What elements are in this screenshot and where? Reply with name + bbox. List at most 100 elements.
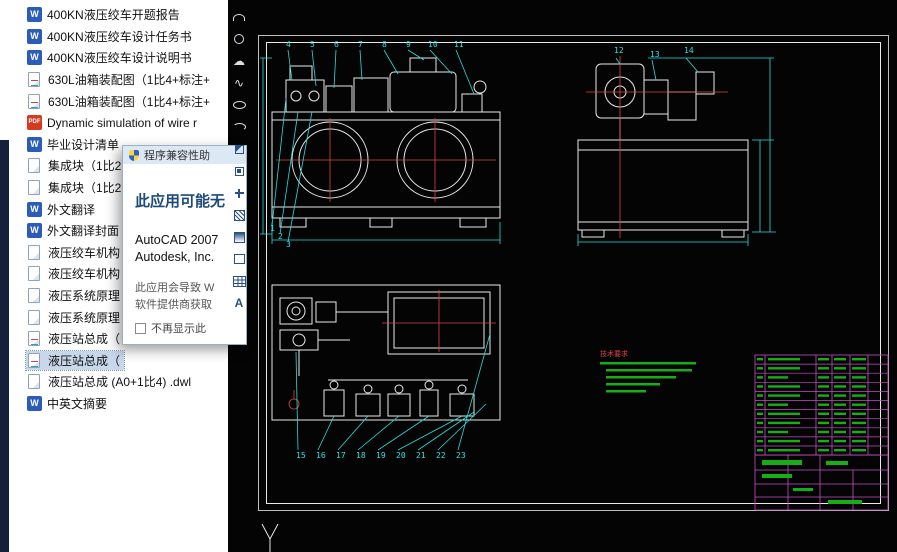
file-name: 外文翻译 <box>47 201 95 218</box>
file-row[interactable]: 630L油箱装配图（1比4+标注+ <box>0 69 228 91</box>
file-row[interactable]: 液压站总成（ <box>0 350 228 372</box>
shield-icon <box>129 150 139 161</box>
word-file-icon: W <box>27 50 42 65</box>
autocad-canvas[interactable]: 1234567891011121314151617181920212223 技术… <box>228 0 897 552</box>
pdf-file-icon: PDF <box>27 115 42 130</box>
file-row[interactable]: W 400KN液压绞车设计任务书 <box>0 26 228 48</box>
dialog-title: 程序兼容性助 <box>144 147 210 163</box>
dialog-heading: 此应用可能无 <box>135 190 238 211</box>
ellipse-arc-tool-icon[interactable] <box>229 116 249 138</box>
svg-text:1: 1 <box>270 224 275 233</box>
svg-text:4: 4 <box>286 40 291 49</box>
svg-text:19: 19 <box>376 451 386 460</box>
hatch-tool-icon[interactable] <box>229 204 249 226</box>
mtext-glyph: A <box>235 296 244 310</box>
make-block-tool-icon[interactable] <box>229 160 249 182</box>
svg-text:23: 23 <box>456 451 466 460</box>
dwg-file-icon <box>28 353 40 368</box>
file-name: 液压站总成 (A0+1比4) .dwl <box>48 373 191 390</box>
svg-text:21: 21 <box>416 451 426 460</box>
doc-file-icon <box>28 158 40 173</box>
revision-cloud-glyph: ☁ <box>233 55 245 67</box>
draw-toolbar: ☁ ∿ A <box>229 0 249 552</box>
file-name: 液压站总成（ <box>48 330 120 347</box>
spline-tool-icon[interactable]: ∿ <box>229 72 249 94</box>
file-name: 400KN液压绞车设计任务书 <box>47 28 192 45</box>
file-row[interactable]: 630L油箱装配图（1比4+标注+ <box>0 90 228 112</box>
doc-file-icon <box>28 266 40 281</box>
revision-cloud-tool-icon[interactable]: ☁ <box>229 50 249 72</box>
file-name: 液压系统原理 <box>48 309 120 326</box>
file-name: 液压系统原理 <box>48 287 120 304</box>
file-name: 外文翻译封面 <box>47 222 119 239</box>
drawing-frame <box>259 36 889 511</box>
svg-text:15: 15 <box>296 451 306 460</box>
spline-glyph: ∿ <box>234 77 244 89</box>
word-file-icon: W <box>27 137 42 152</box>
svg-text:20: 20 <box>396 451 406 460</box>
dont-show-again-row[interactable]: 不再显示此 <box>135 320 206 336</box>
dont-show-again-checkbox[interactable] <box>135 323 146 334</box>
file-row[interactable]: W400KN液压绞车开题报告 <box>0 4 228 26</box>
dont-show-again-label: 不再显示此 <box>151 320 206 336</box>
insert-block-tool-icon[interactable] <box>229 138 249 160</box>
file-row[interactable]: PDF Dynamic simulation of wire r <box>0 112 228 134</box>
file-name: 630L油箱装配图（1比4+标注+ <box>48 93 210 110</box>
file-name: 集成块（1比2 <box>48 179 121 196</box>
gradient-tool-icon[interactable] <box>229 226 249 248</box>
word-file-icon: W <box>27 7 42 22</box>
region-tool-icon[interactable] <box>229 248 249 270</box>
circle-tool-icon[interactable] <box>229 28 249 50</box>
file-name: 液压绞车机构 <box>48 244 120 261</box>
dialog-message-line2: 软件提供商获取 <box>135 299 212 311</box>
screen: W400KN液压绞车开题报告W400KN液压绞车设计任务书W400KN液压绞车设… <box>0 0 897 552</box>
svg-text:10: 10 <box>428 40 438 49</box>
file-name: 集成块（1比2 <box>48 157 121 174</box>
doc-file-icon <box>28 180 40 195</box>
svg-text:3: 3 <box>286 240 291 249</box>
dialog-message-line1: 此应用会导致 W <box>135 282 214 294</box>
table-tool-icon[interactable] <box>229 270 249 292</box>
dialog-body: 此应用可能无 AutoCAD 2007 Autodesk, Inc. 此应用会导… <box>123 164 246 345</box>
file-name: 400KN液压绞车设计说明书 <box>47 49 192 66</box>
dwg-file-icon <box>28 94 40 109</box>
background-window-edge <box>0 140 9 552</box>
svg-text:5: 5 <box>310 40 315 49</box>
dialog-app-name: AutoCAD 2007 <box>135 233 238 247</box>
file-row[interactable]: 液压站总成 (A0+1比4) .dwl <box>0 371 228 393</box>
svg-text:11: 11 <box>454 40 464 49</box>
dialog-message: 此应用会导致 W 软件提供商获取 <box>135 280 238 314</box>
front-view-centerlines <box>276 118 496 202</box>
dwg-file-icon <box>28 331 40 346</box>
svg-text:8: 8 <box>382 40 387 49</box>
word-file-icon: W <box>27 223 42 238</box>
svg-text:7: 7 <box>358 40 363 49</box>
file-name: Dynamic simulation of wire r <box>47 116 197 130</box>
dwg-file-icon <box>28 72 40 87</box>
file-row[interactable]: W 中英文摘要 <box>0 393 228 415</box>
file-row[interactable]: W 400KN液压绞车设计说明书 <box>0 47 228 69</box>
notes-heading: 技术要求 <box>600 349 628 358</box>
side-view <box>578 64 748 237</box>
svg-text:13: 13 <box>650 50 660 59</box>
doc-file-icon <box>28 374 40 389</box>
ellipse-tool-icon[interactable] <box>229 94 249 116</box>
arc-tool-icon[interactable] <box>229 6 249 28</box>
crosshair-cursor <box>262 524 278 552</box>
svg-text:9: 9 <box>406 40 411 49</box>
svg-text:16: 16 <box>316 451 326 460</box>
point-tool-icon[interactable] <box>229 182 249 204</box>
file-name: 液压站总成（ <box>48 352 120 369</box>
doc-file-icon <box>28 288 40 303</box>
file-name: 630L油箱装配图（1比4+标注+ <box>48 71 210 88</box>
technical-notes: 技术要求 <box>600 349 696 393</box>
svg-text:17: 17 <box>336 451 346 460</box>
word-file-icon: W <box>27 396 42 411</box>
word-file-icon: W <box>27 29 42 44</box>
file-name: 中英文摘要 <box>47 395 107 412</box>
multiline-text-tool-icon[interactable]: A <box>229 292 249 314</box>
dialog-vendor: Autodesk, Inc. <box>135 250 238 264</box>
dialog-titlebar[interactable]: 程序兼容性助 <box>123 146 246 164</box>
cad-drawing: 1234567891011121314151617181920212223 技术… <box>228 0 897 552</box>
doc-file-icon <box>28 245 40 260</box>
